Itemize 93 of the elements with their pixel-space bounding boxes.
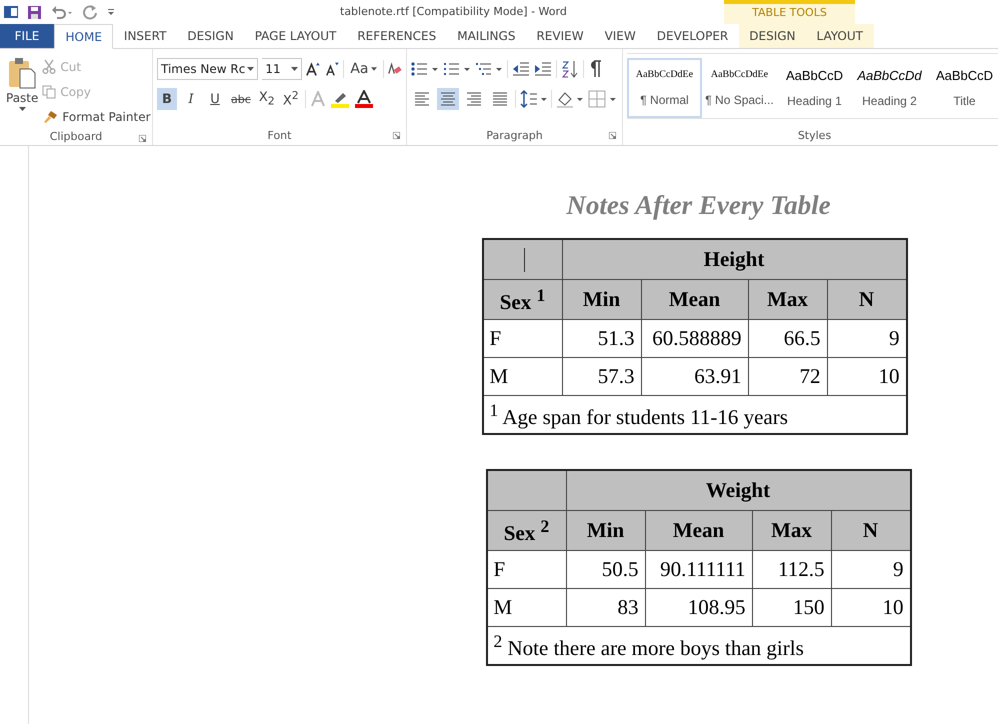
- font-name-field[interactable]: Times New Rc: [157, 58, 258, 80]
- bullets-icon[interactable]: [411, 61, 439, 77]
- copy-icon: [42, 84, 56, 98]
- table-cell: 50.5: [566, 550, 645, 588]
- style-gallery-item[interactable]: AaBbCcD Heading 1: [777, 58, 852, 118]
- table-header-cell: Sex $^{2}$: [486, 510, 566, 550]
- table-header-cell: Max: [748, 280, 827, 320]
- ribbon-tab[interactable]: HOME: [54, 24, 114, 49]
- caret-icon: [291, 67, 298, 71]
- multilevel-list-icon[interactable]: [475, 61, 503, 77]
- font-color-icon[interactable]: [354, 90, 374, 108]
- dialog-launcher-icon[interactable]: [393, 132, 400, 139]
- table-cell: F: [486, 550, 566, 588]
- format-toggle[interactable]: B: [157, 88, 177, 110]
- group-label: Paragraph: [486, 128, 543, 142]
- save-icon[interactable]: [27, 4, 42, 20]
- table-cell: 57.3: [562, 358, 641, 396]
- table-header-cell: Weight: [566, 470, 910, 510]
- shrink-font-icon[interactable]: [324, 61, 340, 77]
- ribbon-tab[interactable]: PAGE LAYOUT: [244, 24, 347, 48]
- style-gallery-item[interactable]: AaBbCcDdEe ¶ Normal: [627, 58, 702, 118]
- group-label: Styles: [798, 128, 832, 142]
- redo-icon[interactable]: [82, 4, 98, 20]
- table-header-cell: Min: [562, 280, 641, 320]
- ribbon-tab[interactable]: VIEW: [594, 24, 646, 48]
- grow-font-icon[interactable]: [306, 61, 321, 77]
- window-title: tablenote.rtf [Compatibility Mode] - Word: [340, 5, 567, 18]
- contextual-tab-header: TABLE TOOLS: [724, 0, 855, 24]
- table-cell: M: [482, 358, 562, 396]
- format-toggle[interactable]: abc: [229, 88, 253, 110]
- table-header-cell: Sex $^{1}$: [482, 280, 562, 320]
- table-cell: 112.5: [752, 550, 831, 588]
- style-gallery-item[interactable]: AaBbCcD Title: [927, 58, 998, 118]
- shading-icon[interactable]: [556, 90, 584, 108]
- table-header-cell: Mean: [641, 280, 748, 320]
- group-label: Clipboard: [50, 130, 102, 143]
- table-cell: M: [486, 588, 566, 626]
- caret-icon: [370, 67, 376, 71]
- group-label: Font: [268, 128, 292, 142]
- scissors-icon: [42, 59, 56, 74]
- undo-icon[interactable]: [51, 5, 73, 19]
- table-header-cell: Mean: [645, 510, 752, 550]
- customize-icon[interactable]: [107, 7, 115, 17]
- style-gallery-item[interactable]: AaBbCcDdEe ¶ No Spaci...: [702, 58, 777, 118]
- ribbon-tab[interactable]: LAYOUT: [806, 24, 874, 48]
- table-cell: 60.588889: [641, 320, 748, 358]
- style-gallery-item[interactable]: AaBbCcDd Heading 2: [852, 58, 927, 118]
- dialog-launcher-icon[interactable]: [139, 135, 146, 142]
- clipboard-icon: [8, 57, 36, 89]
- format-toggle[interactable]: X$^{2}$: [280, 88, 301, 110]
- paste-button[interactable]: Paste: [4, 53, 40, 128]
- ribbon-tab[interactable]: FILE: [0, 24, 54, 48]
- table-header-cell: N: [827, 280, 906, 320]
- numbering-icon[interactable]: [443, 61, 471, 77]
- format-toggle[interactable]: I: [181, 88, 201, 110]
- table-cell: 66.5: [748, 320, 827, 358]
- word-icon[interactable]: [4, 5, 18, 19]
- paintbrush-icon: [42, 110, 58, 124]
- change-case-button[interactable]: Aa: [348, 61, 378, 77]
- pilcrow-icon[interactable]: [588, 60, 602, 78]
- table-cell: 108.95: [645, 588, 752, 626]
- table-cell: 150: [752, 588, 831, 626]
- table-header-cell: Max: [752, 510, 831, 550]
- ribbon-tab[interactable]: DEVELOPER: [646, 24, 739, 48]
- line-spacing-icon[interactable]: [520, 90, 548, 108]
- dialog-launcher-icon[interactable]: [609, 132, 616, 139]
- table-cell: 90.111111: [645, 550, 752, 588]
- increase-indent-icon[interactable]: [534, 61, 552, 77]
- format-toggle[interactable]: X$_{2}$: [256, 88, 277, 110]
- caret-icon: [18, 107, 26, 111]
- sort-icon[interactable]: [561, 60, 579, 78]
- table-cell: 51.3: [562, 320, 641, 358]
- decrease-indent-icon[interactable]: [512, 61, 530, 77]
- table-cell: F: [482, 320, 562, 358]
- ribbon-tab[interactable]: DESIGN: [176, 24, 244, 48]
- ribbon-tab[interactable]: MAILINGS: [446, 24, 526, 48]
- font-size-field[interactable]: 11: [262, 58, 302, 80]
- table-header-cell: Height: [562, 239, 906, 280]
- table-header-cell: Min: [566, 510, 645, 550]
- caret-icon: [247, 67, 254, 71]
- table-cell: 83: [566, 588, 645, 626]
- table-cell: 63.91: [641, 358, 748, 396]
- table-cell: 72: [748, 358, 827, 396]
- ribbon-tab[interactable]: REFERENCES: [346, 24, 447, 48]
- format-toggle[interactable]: U: [205, 88, 225, 110]
- ribbon-tab[interactable]: REVIEW: [526, 24, 594, 48]
- ribbon-tab[interactable]: INSERT: [113, 24, 177, 48]
- format-painter-button[interactable]: Format Painter: [40, 105, 153, 128]
- ribbon-tab[interactable]: DESIGN: [738, 24, 806, 48]
- highlighter-icon[interactable]: [330, 90, 350, 108]
- align-button[interactable]: [436, 88, 459, 110]
- table-header-cell: N: [831, 510, 910, 550]
- document-title: Notes After Every Table: [566, 190, 831, 222]
